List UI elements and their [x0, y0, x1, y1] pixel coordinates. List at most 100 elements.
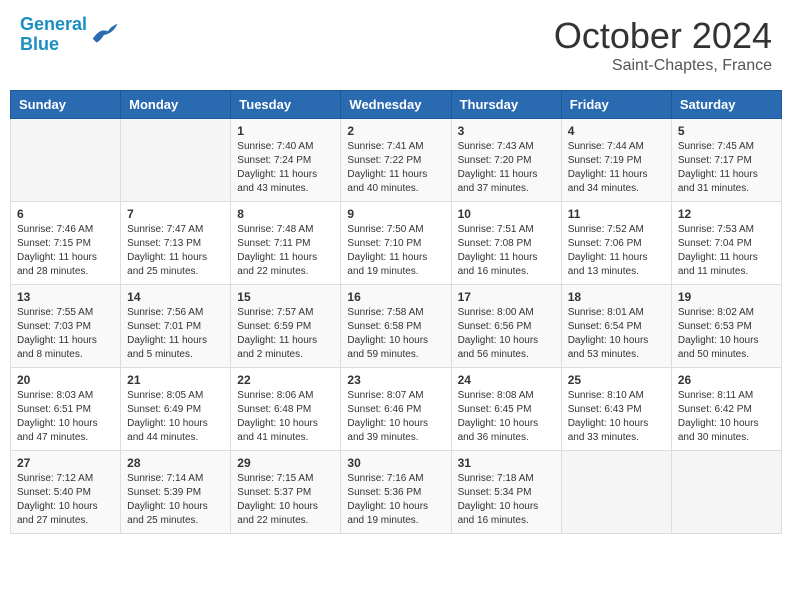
sunrise-text: Sunrise: 8:05 AM	[127, 390, 203, 401]
sunset-text: Sunset: 6:49 PM	[127, 404, 201, 415]
daylight-text: Daylight: 10 hours and 19 minutes.	[347, 501, 428, 526]
daylight-text: Daylight: 11 hours and 19 minutes.	[347, 252, 427, 277]
calendar-cell-4-2: 21 Sunrise: 8:05 AM Sunset: 6:49 PM Dayl…	[121, 368, 231, 451]
day-info: Sunrise: 7:51 AM Sunset: 7:08 PM Dayligh…	[458, 223, 555, 279]
day-info: Sunrise: 8:05 AM Sunset: 6:49 PM Dayligh…	[127, 389, 224, 445]
day-number: 1	[237, 124, 334, 138]
calendar-cell-1-7: 5 Sunrise: 7:45 AM Sunset: 7:17 PM Dayli…	[671, 119, 781, 202]
day-info: Sunrise: 7:52 AM Sunset: 7:06 PM Dayligh…	[568, 223, 665, 279]
logo-bird-icon	[89, 20, 119, 50]
calendar-cell-5-6	[561, 451, 671, 534]
day-number: 14	[127, 290, 224, 304]
sunrise-text: Sunrise: 8:01 AM	[568, 307, 644, 318]
sunrise-text: Sunrise: 7:16 AM	[347, 473, 423, 484]
calendar-cell-3-5: 17 Sunrise: 8:00 AM Sunset: 6:56 PM Dayl…	[451, 285, 561, 368]
daylight-text: Daylight: 10 hours and 59 minutes.	[347, 335, 428, 360]
day-info: Sunrise: 8:07 AM Sunset: 6:46 PM Dayligh…	[347, 389, 444, 445]
sunrise-text: Sunrise: 7:51 AM	[458, 224, 534, 235]
day-number: 12	[678, 207, 775, 221]
day-number: 29	[237, 456, 334, 470]
daylight-text: Daylight: 11 hours and 13 minutes.	[568, 252, 648, 277]
calendar-cell-3-4: 16 Sunrise: 7:58 AM Sunset: 6:58 PM Dayl…	[341, 285, 451, 368]
calendar-week-3: 13 Sunrise: 7:55 AM Sunset: 7:03 PM Dayl…	[11, 285, 782, 368]
calendar-week-2: 6 Sunrise: 7:46 AM Sunset: 7:15 PM Dayli…	[11, 202, 782, 285]
sunset-text: Sunset: 7:11 PM	[237, 238, 310, 249]
weekday-header-tuesday: Tuesday	[231, 91, 341, 119]
day-info: Sunrise: 7:14 AM Sunset: 5:39 PM Dayligh…	[127, 472, 224, 528]
daylight-text: Daylight: 11 hours and 28 minutes.	[17, 252, 97, 277]
daylight-text: Daylight: 11 hours and 11 minutes.	[678, 252, 758, 277]
sunset-text: Sunset: 7:06 PM	[568, 238, 642, 249]
sunset-text: Sunset: 5:34 PM	[458, 487, 532, 498]
sunset-text: Sunset: 6:45 PM	[458, 404, 532, 415]
daylight-text: Daylight: 10 hours and 30 minutes.	[678, 418, 759, 443]
calendar-cell-2-6: 11 Sunrise: 7:52 AM Sunset: 7:06 PM Dayl…	[561, 202, 671, 285]
sunrise-text: Sunrise: 7:53 AM	[678, 224, 754, 235]
weekday-header-thursday: Thursday	[451, 91, 561, 119]
calendar-table: SundayMondayTuesdayWednesdayThursdayFrid…	[10, 90, 782, 534]
sunset-text: Sunset: 7:03 PM	[17, 321, 91, 332]
calendar-cell-2-4: 9 Sunrise: 7:50 AM Sunset: 7:10 PM Dayli…	[341, 202, 451, 285]
day-number: 9	[347, 207, 444, 221]
daylight-text: Daylight: 11 hours and 5 minutes.	[127, 335, 207, 360]
month-title: October 2024	[554, 15, 772, 57]
sunrise-text: Sunrise: 7:47 AM	[127, 224, 203, 235]
day-number: 4	[568, 124, 665, 138]
page-header: General Blue October 2024 Saint-Chaptes,…	[10, 10, 782, 80]
day-info: Sunrise: 7:43 AM Sunset: 7:20 PM Dayligh…	[458, 140, 555, 196]
day-number: 18	[568, 290, 665, 304]
daylight-text: Daylight: 11 hours and 16 minutes.	[458, 252, 538, 277]
day-info: Sunrise: 7:56 AM Sunset: 7:01 PM Dayligh…	[127, 306, 224, 362]
day-info: Sunrise: 7:16 AM Sunset: 5:36 PM Dayligh…	[347, 472, 444, 528]
calendar-cell-1-5: 3 Sunrise: 7:43 AM Sunset: 7:20 PM Dayli…	[451, 119, 561, 202]
sunset-text: Sunset: 7:01 PM	[127, 321, 201, 332]
day-number: 27	[17, 456, 114, 470]
day-number: 26	[678, 373, 775, 387]
day-info: Sunrise: 7:18 AM Sunset: 5:34 PM Dayligh…	[458, 472, 555, 528]
daylight-text: Daylight: 10 hours and 36 minutes.	[458, 418, 539, 443]
day-number: 21	[127, 373, 224, 387]
sunrise-text: Sunrise: 7:43 AM	[458, 141, 534, 152]
daylight-text: Daylight: 10 hours and 47 minutes.	[17, 418, 98, 443]
calendar-cell-5-5: 31 Sunrise: 7:18 AM Sunset: 5:34 PM Dayl…	[451, 451, 561, 534]
daylight-text: Daylight: 10 hours and 39 minutes.	[347, 418, 428, 443]
sunset-text: Sunset: 6:54 PM	[568, 321, 642, 332]
day-number: 13	[17, 290, 114, 304]
calendar-cell-4-5: 24 Sunrise: 8:08 AM Sunset: 6:45 PM Dayl…	[451, 368, 561, 451]
day-info: Sunrise: 7:57 AM Sunset: 6:59 PM Dayligh…	[237, 306, 334, 362]
day-number: 6	[17, 207, 114, 221]
sunrise-text: Sunrise: 7:55 AM	[17, 307, 93, 318]
day-info: Sunrise: 7:12 AM Sunset: 5:40 PM Dayligh…	[17, 472, 114, 528]
sunrise-text: Sunrise: 8:03 AM	[17, 390, 93, 401]
sunrise-text: Sunrise: 7:41 AM	[347, 141, 423, 152]
day-number: 10	[458, 207, 555, 221]
calendar-week-4: 20 Sunrise: 8:03 AM Sunset: 6:51 PM Dayl…	[11, 368, 782, 451]
calendar-week-1: 1 Sunrise: 7:40 AM Sunset: 7:24 PM Dayli…	[11, 119, 782, 202]
sunrise-text: Sunrise: 8:11 AM	[678, 390, 753, 401]
logo: General Blue	[20, 15, 119, 55]
day-info: Sunrise: 8:03 AM Sunset: 6:51 PM Dayligh…	[17, 389, 114, 445]
daylight-text: Daylight: 11 hours and 2 minutes.	[237, 335, 317, 360]
calendar-header-row: SundayMondayTuesdayWednesdayThursdayFrid…	[11, 91, 782, 119]
daylight-text: Daylight: 11 hours and 22 minutes.	[237, 252, 317, 277]
calendar-cell-5-4: 30 Sunrise: 7:16 AM Sunset: 5:36 PM Dayl…	[341, 451, 451, 534]
sunset-text: Sunset: 7:17 PM	[678, 155, 752, 166]
sunset-text: Sunset: 7:24 PM	[237, 155, 311, 166]
day-number: 23	[347, 373, 444, 387]
calendar-cell-5-2: 28 Sunrise: 7:14 AM Sunset: 5:39 PM Dayl…	[121, 451, 231, 534]
sunset-text: Sunset: 6:46 PM	[347, 404, 421, 415]
calendar-cell-2-1: 6 Sunrise: 7:46 AM Sunset: 7:15 PM Dayli…	[11, 202, 121, 285]
daylight-text: Daylight: 11 hours and 8 minutes.	[17, 335, 97, 360]
calendar-cell-3-3: 15 Sunrise: 7:57 AM Sunset: 6:59 PM Dayl…	[231, 285, 341, 368]
sunrise-text: Sunrise: 7:14 AM	[127, 473, 203, 484]
weekday-header-friday: Friday	[561, 91, 671, 119]
logo-general: General	[20, 14, 87, 34]
weekday-header-monday: Monday	[121, 91, 231, 119]
day-info: Sunrise: 8:06 AM Sunset: 6:48 PM Dayligh…	[237, 389, 334, 445]
day-info: Sunrise: 8:01 AM Sunset: 6:54 PM Dayligh…	[568, 306, 665, 362]
calendar-cell-5-3: 29 Sunrise: 7:15 AM Sunset: 5:37 PM Dayl…	[231, 451, 341, 534]
calendar-cell-1-3: 1 Sunrise: 7:40 AM Sunset: 7:24 PM Dayli…	[231, 119, 341, 202]
day-info: Sunrise: 8:11 AM Sunset: 6:42 PM Dayligh…	[678, 389, 775, 445]
day-number: 7	[127, 207, 224, 221]
sunrise-text: Sunrise: 7:56 AM	[127, 307, 203, 318]
